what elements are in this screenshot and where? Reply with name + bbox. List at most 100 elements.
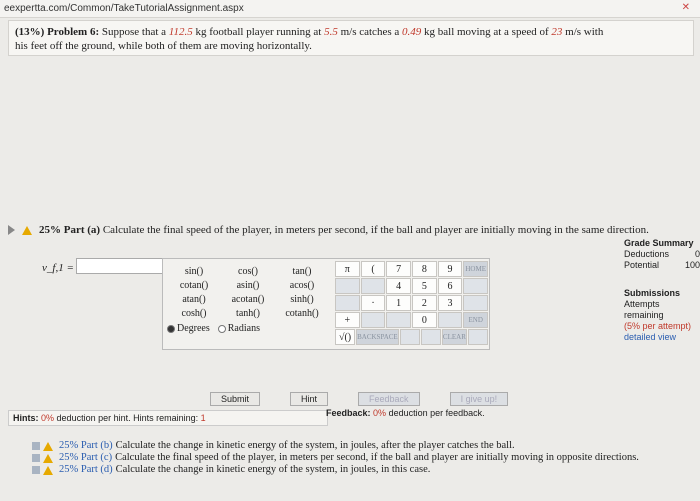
hints-pct: 0% <box>41 413 55 423</box>
action-buttons: Submit Hint Feedback I give up! <box>210 392 509 406</box>
key[interactable]: 9 <box>437 261 463 277</box>
part-prefix: 25% Part (c) <box>59 452 113 463</box>
fn-button[interactable]: asin() <box>221 279 275 293</box>
hints-remaining: 1 <box>200 413 206 423</box>
key[interactable]: BACKSPACE <box>356 329 399 345</box>
deductions-label: Deductions <box>624 249 670 259</box>
problem-text-line2: his feet off the ground, while both of t… <box>15 40 312 52</box>
problem-label: (13%) Problem 6: <box>15 26 100 38</box>
problem-text: m/s catches a <box>340 26 400 38</box>
key[interactable] <box>437 312 463 328</box>
warning-icon <box>43 465 53 475</box>
fn-button[interactable]: cotanh() <box>275 307 329 321</box>
answer-variable-label: v_f,1 = <box>42 262 74 274</box>
problem-text: Suppose that a <box>101 26 167 38</box>
address-bar[interactable]: eexpertta.com/Common/TakeTutorialAssignm… <box>0 0 700 18</box>
key[interactable] <box>467 329 488 345</box>
key[interactable]: 5 <box>412 278 437 294</box>
detailed-view-link[interactable]: detailed view <box>624 332 700 343</box>
fn-button[interactable]: cotan() <box>167 279 221 293</box>
key[interactable]: 8 <box>412 261 437 277</box>
potential-value: 100 <box>684 260 700 270</box>
key[interactable]: 3 <box>437 295 463 311</box>
hint-button[interactable]: Hint <box>290 392 329 406</box>
key[interactable]: 4 <box>386 278 412 294</box>
play-icon[interactable] <box>8 225 15 235</box>
key[interactable]: END <box>463 312 489 328</box>
key[interactable] <box>386 312 412 328</box>
degrees-option[interactable]: Degrees <box>167 323 210 334</box>
key[interactable]: √() <box>335 329 356 345</box>
radians-option[interactable]: Radians <box>217 323 260 334</box>
degrees-label: Degrees <box>177 323 210 334</box>
key[interactable] <box>335 295 360 311</box>
feedback-button[interactable]: Feedback <box>358 392 420 406</box>
radio-selected-icon <box>167 324 175 333</box>
hints-text: deduction per hint. Hints remaining: <box>56 413 199 423</box>
problem-text: kg football player running at <box>195 26 322 38</box>
part-a-prefix: 25% Part (a) <box>39 224 101 236</box>
key[interactable]: 0 <box>412 312 437 328</box>
per-attempt: (5% per attempt) <box>624 321 692 331</box>
warning-icon <box>22 225 32 235</box>
key[interactable]: CLEAR <box>441 329 467 345</box>
key[interactable] <box>360 312 386 328</box>
key[interactable]: 7 <box>386 261 412 277</box>
part-text: Calculate the final speed of the player,… <box>115 452 639 463</box>
key[interactable] <box>463 295 489 311</box>
part-text: Calculate the change in kinetic energy o… <box>115 440 515 451</box>
speed-ball: 23 <box>551 26 563 38</box>
fn-button[interactable]: acos() <box>275 279 329 293</box>
part-prefix: 25% Part (b) <box>59 440 113 451</box>
key[interactable]: π <box>335 261 360 277</box>
warning-icon <box>43 453 53 463</box>
key[interactable] <box>399 329 420 345</box>
radio-icon <box>217 324 226 333</box>
key[interactable]: 1 <box>386 295 412 311</box>
fn-button[interactable]: acotan() <box>221 293 275 307</box>
part-a-text: Calculate the final speed of the player,… <box>102 224 649 236</box>
list-item[interactable]: 25% Part (c) Calculate the final speed of… <box>32 452 639 464</box>
url-text: eexpertta.com/Common/TakeTutorialAssignm… <box>4 3 244 14</box>
attempts-remaining: Attempts remaining <box>624 299 664 320</box>
feedback-pct: 0% <box>373 408 387 418</box>
list-item[interactable]: 25% Part (d) Calculate the change in kine… <box>32 464 639 476</box>
key[interactable]: 6 <box>437 278 463 294</box>
key[interactable]: ( <box>360 261 386 277</box>
submit-button[interactable]: Submit <box>210 392 261 406</box>
list-item[interactable]: 25% Part (b) Calculate the change in kine… <box>32 440 639 452</box>
submissions-title: Submissions <box>624 288 681 298</box>
feedback-label: Feedback: <box>326 408 371 418</box>
fn-button[interactable]: atan() <box>167 293 221 307</box>
deductions-value: 0 <box>694 249 700 259</box>
radians-label: Radians <box>227 323 260 334</box>
key[interactable] <box>463 278 489 294</box>
part-a-title: 25% Part (a) Calculate the final speed o… <box>39 224 649 236</box>
key[interactable] <box>420 329 441 345</box>
fn-button[interactable]: cos() <box>221 265 275 279</box>
problem-text: kg ball moving at a speed of <box>424 26 549 38</box>
fn-button[interactable]: sinh() <box>275 293 329 307</box>
hints-label: Hints: <box>13 413 39 423</box>
key[interactable]: HOME <box>463 261 489 277</box>
feedback-text: deduction per feedback. <box>388 408 485 418</box>
fn-button[interactable]: sin() <box>167 265 221 279</box>
give-up-button[interactable]: I give up! <box>449 392 509 406</box>
key[interactable] <box>360 278 386 294</box>
fn-button[interactable]: tan() <box>275 265 329 279</box>
warning-icon <box>43 441 53 451</box>
fn-button[interactable]: cosh() <box>167 307 221 321</box>
mass-player: 112.5 <box>168 26 193 38</box>
key[interactable]: · <box>360 295 386 311</box>
submissions-panel: Submissions Attempts remaining (5% per a… <box>624 288 700 343</box>
speed-player: 5.5 <box>324 26 338 38</box>
expand-icon <box>32 466 40 474</box>
expand-icon <box>32 442 40 450</box>
key[interactable] <box>335 278 360 294</box>
close-icon[interactable]: ✕ <box>682 2 690 13</box>
part-a: 25% Part (a) Calculate the final speed o… <box>8 222 700 238</box>
key[interactable]: + <box>335 312 360 328</box>
key[interactable]: 2 <box>412 295 437 311</box>
fn-button[interactable]: tanh() <box>221 307 275 321</box>
expand-icon <box>32 454 40 462</box>
